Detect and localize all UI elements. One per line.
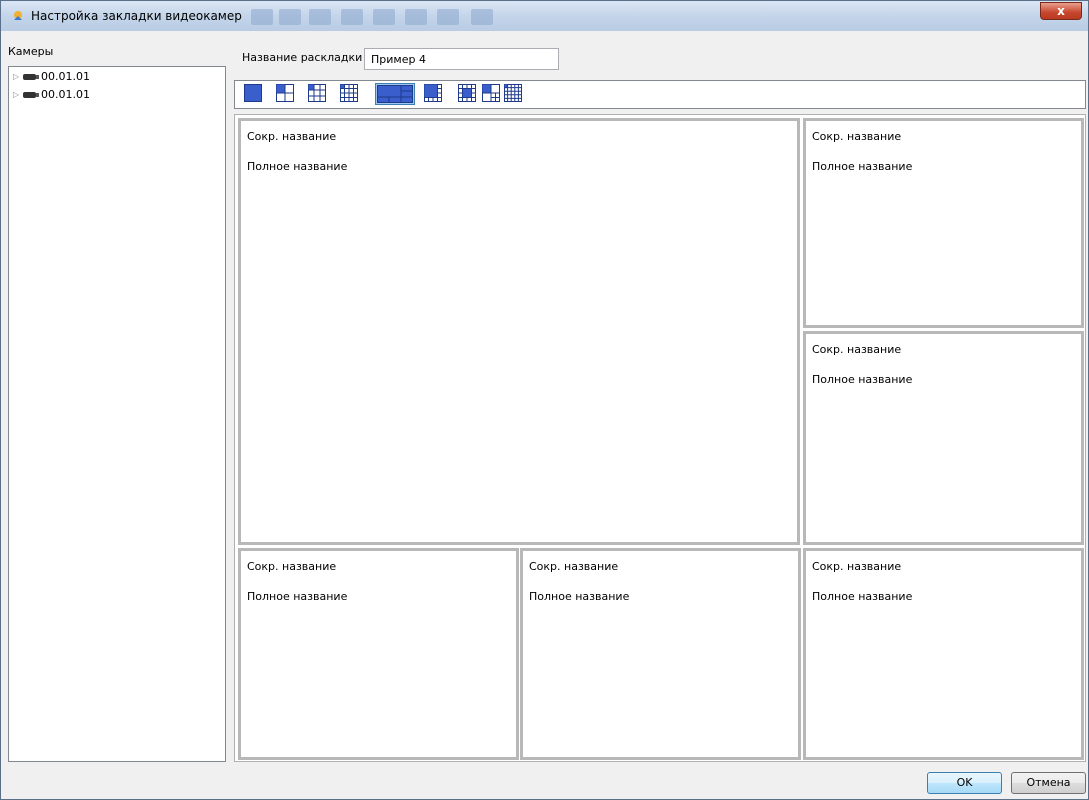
settings-window: Настройка закладки видеокамер x Камеры ▷… (0, 0, 1089, 800)
layout-1plus7-button[interactable] (423, 83, 445, 105)
tree-item[interactable]: ▷ 00.01.01 (13, 70, 90, 84)
titlebar-decoration (373, 9, 395, 25)
titlebar-decoration (341, 9, 363, 25)
cameras-label: Камеры (8, 45, 54, 58)
cancel-button[interactable]: Отмена (1011, 772, 1086, 794)
cell-full-name: Полное название (247, 590, 348, 603)
layout-quad-button[interactable] (275, 83, 297, 105)
tree-item[interactable]: ▷ 00.01.01 (13, 88, 90, 102)
cell-full-name: Полное название (812, 160, 913, 173)
camera-cell[interactable]: Сокр. название Полное название (238, 118, 800, 545)
camera-icon (23, 92, 39, 98)
camera-cell[interactable]: Сокр. название Полное название (238, 548, 519, 760)
titlebar-decoration (405, 9, 427, 25)
expand-arrow-icon[interactable]: ▷ (13, 88, 23, 102)
tree-item-label: 00.01.01 (41, 70, 90, 83)
close-button[interactable]: x (1040, 2, 1082, 20)
layout-name-input[interactable] (364, 48, 559, 70)
cell-short-name: Сокр. название (529, 560, 619, 573)
layout-alt-button[interactable] (481, 83, 503, 105)
cell-short-name: Сокр. название (812, 343, 902, 356)
cell-full-name: Полное название (812, 590, 913, 603)
camera-tree[interactable]: ▷ 00.01.01 ▷ 00.01.01 (8, 66, 226, 762)
cell-full-name: Полное название (247, 160, 348, 173)
layout-1x1-button[interactable] (243, 83, 265, 105)
layout-4x4-button[interactable] (339, 83, 361, 105)
cell-short-name: Сокр. название (247, 560, 337, 573)
ok-button[interactable]: OK (927, 772, 1002, 794)
layout-5x5-button[interactable] (503, 83, 525, 105)
layout-3x3-button[interactable] (307, 83, 329, 105)
layout-toolbar (234, 80, 1086, 109)
titlebar-decoration (437, 9, 459, 25)
layout-1plus5-button[interactable] (375, 83, 415, 105)
cell-full-name: Полное название (812, 373, 913, 386)
layout-1plus12-button[interactable] (457, 83, 479, 105)
title-bar[interactable]: Настройка закладки видеокамер x (1, 1, 1088, 31)
titlebar-decoration (279, 9, 301, 25)
cell-short-name: Сокр. название (812, 560, 902, 573)
camera-icon (23, 74, 39, 80)
camera-layout-grid: Сокр. название Полное название Сокр. наз… (234, 114, 1086, 762)
expand-arrow-icon[interactable]: ▷ (13, 70, 23, 84)
cell-short-name: Сокр. название (812, 130, 902, 143)
cell-short-name: Сокр. название (247, 130, 337, 143)
camera-cell[interactable]: Сокр. название Полное название (803, 548, 1084, 760)
camera-cell[interactable]: Сокр. название Полное название (803, 331, 1084, 545)
titlebar-decoration (471, 9, 493, 25)
camera-cell[interactable]: Сокр. название Полное название (520, 548, 801, 760)
window-title: Настройка закладки видеокамер (31, 9, 242, 23)
tree-item-label: 00.01.01 (41, 88, 90, 101)
titlebar-decoration (309, 9, 331, 25)
cell-full-name: Полное название (529, 590, 630, 603)
app-icon (14, 11, 22, 20)
layout-name-label: Название раскладки (242, 51, 363, 64)
titlebar-decoration (251, 9, 273, 25)
camera-cell[interactable]: Сокр. название Полное название (803, 118, 1084, 328)
